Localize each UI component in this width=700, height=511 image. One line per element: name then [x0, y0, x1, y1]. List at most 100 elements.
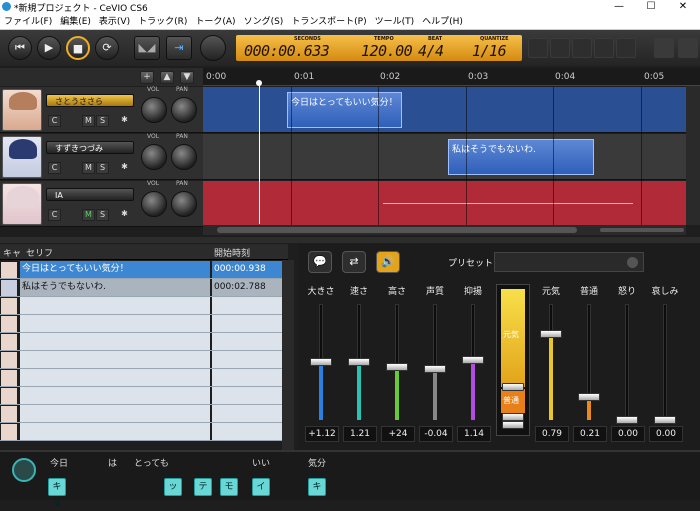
list-line[interactable]: [20, 387, 210, 404]
fader-thumb[interactable]: [310, 358, 332, 366]
menu-help[interactable]: ヘルプ(H): [418, 14, 467, 30]
fader-value[interactable]: 1.14: [457, 426, 491, 442]
splitter[interactable]: [0, 237, 700, 243]
volume-knob[interactable]: [141, 191, 167, 217]
lane-ia[interactable]: [203, 181, 686, 227]
phrase-word[interactable]: 今日: [50, 456, 68, 469]
list-time[interactable]: [212, 333, 282, 350]
fader-value[interactable]: 1.21: [343, 426, 377, 442]
track-c-button[interactable]: C: [48, 115, 61, 127]
fader-value[interactable]: -0.04: [419, 426, 453, 442]
fader-value[interactable]: 0.79: [535, 426, 569, 442]
tool-draw-button[interactable]: [678, 38, 698, 58]
track-c-button[interactable]: C: [48, 209, 61, 221]
list-line[interactable]: [20, 405, 210, 422]
fader-track[interactable]: [625, 304, 629, 420]
list-item[interactable]: [0, 297, 288, 315]
solo-button[interactable]: S: [96, 209, 109, 221]
list-item[interactable]: 私はそうでもないわ. 000:02.788: [0, 279, 288, 297]
lane-sato-sasara[interactable]: 今日はとってもいい気分！: [203, 87, 686, 133]
list-line[interactable]: [20, 423, 210, 440]
lane-suzuki-tsuzumi[interactable]: 私はそうでもないわ.: [203, 134, 686, 180]
toolbar-slot-button[interactable]: [528, 38, 548, 58]
track-row-sato-sasara[interactable]: さとうささら VOL PAN C M S ✱: [0, 86, 203, 133]
fader-thumb[interactable]: [578, 393, 600, 401]
close-button[interactable]: ✕: [668, 0, 698, 14]
mute-button[interactable]: M: [82, 209, 95, 221]
phoneme-kana[interactable]: テ: [194, 478, 212, 496]
pan-knob[interactable]: [171, 191, 197, 217]
mute-button[interactable]: M: [82, 162, 95, 174]
list-line[interactable]: [20, 351, 210, 368]
solo-button[interactable]: S: [96, 162, 109, 174]
fader-thumb[interactable]: [462, 356, 484, 364]
menu-talk[interactable]: トーク(A): [191, 14, 239, 30]
phrase-word[interactable]: は: [108, 456, 117, 469]
phrase-word[interactable]: 気分: [308, 456, 326, 469]
loop-button[interactable]: ⟳: [95, 36, 119, 60]
talk-clip[interactable]: 今日はとってもいい気分！: [287, 92, 402, 128]
menu-song[interactable]: ソング(S): [240, 14, 288, 30]
list-item[interactable]: [0, 351, 288, 369]
list-time[interactable]: [212, 351, 282, 368]
preset-dropdown[interactable]: [494, 252, 644, 272]
track-name-sato-sasara[interactable]: さとうささら: [46, 94, 134, 107]
list-item[interactable]: [0, 369, 288, 387]
phoneme-kana[interactable]: ッ: [164, 478, 182, 496]
timeline-vertical-scrollbar[interactable]: [686, 86, 700, 225]
list-item[interactable]: 今日はとってもいい気分！ 000:00.938: [0, 261, 288, 279]
minimize-button[interactable]: —: [604, 0, 634, 14]
menu-edit[interactable]: 編集(E): [56, 14, 95, 30]
emotion-slider-thumb[interactable]: [502, 421, 524, 429]
list-time[interactable]: [212, 423, 282, 440]
menu-file[interactable]: ファイル(F): [0, 14, 56, 30]
talk-clip[interactable]: 私はそうでもないわ.: [448, 139, 594, 175]
list-line[interactable]: [20, 369, 210, 386]
scrollbar-thumb[interactable]: [217, 227, 577, 233]
fader-thumb[interactable]: [424, 365, 446, 373]
master-volume-knob[interactable]: [200, 35, 226, 61]
fader-thumb[interactable]: [348, 358, 370, 366]
tool-select-button[interactable]: [654, 38, 674, 58]
phoneme-kana[interactable]: キ: [308, 478, 326, 496]
fader-value[interactable]: +1.12: [305, 426, 339, 442]
phoneme-kana[interactable]: イ: [252, 478, 270, 496]
abc-icon[interactable]: [12, 458, 36, 482]
column-start-time[interactable]: 開始時刻: [214, 246, 250, 259]
phrase-word[interactable]: いい: [252, 456, 270, 469]
list-item[interactable]: [0, 333, 288, 351]
fader-value[interactable]: 0.00: [649, 426, 683, 442]
solo-button[interactable]: S: [96, 115, 109, 127]
fader-value[interactable]: 0.00: [611, 426, 645, 442]
maximize-button[interactable]: ☐: [636, 0, 666, 14]
add-track-button[interactable]: +: [140, 71, 154, 84]
list-time[interactable]: [212, 297, 282, 314]
column-line[interactable]: セリフ: [26, 246, 53, 259]
zoom-slider[interactable]: [600, 228, 684, 232]
swap-icon[interactable]: ⇄: [342, 251, 366, 273]
gear-icon[interactable]: ✱: [118, 209, 131, 221]
stop-button[interactable]: ■: [66, 36, 90, 60]
track-name-suzuki-tsuzumi[interactable]: すずきつづみ: [46, 141, 134, 154]
track-c-button[interactable]: C: [48, 162, 61, 174]
phrase-word[interactable]: とっても: [134, 456, 169, 469]
list-item[interactable]: [0, 315, 288, 333]
emotion-slider-thumb[interactable]: [502, 413, 524, 421]
pan-knob[interactable]: [171, 144, 197, 170]
menu-view[interactable]: 表示(V): [95, 14, 134, 30]
fader-thumb[interactable]: [386, 363, 408, 371]
gear-icon[interactable]: ✱: [118, 115, 131, 127]
list-time[interactable]: [212, 315, 282, 332]
list-line[interactable]: [20, 333, 210, 350]
track-row-ia[interactable]: IA VOL PAN C M S ✱: [0, 180, 203, 227]
move-track-up-button[interactable]: ▲: [160, 71, 174, 84]
volume-knob[interactable]: [141, 97, 167, 123]
speaker-icon[interactable]: 🔊: [376, 251, 400, 273]
volume-knob[interactable]: [141, 144, 167, 170]
beat-value[interactable]: 4/4: [418, 42, 444, 60]
list-time[interactable]: [212, 369, 282, 386]
menu-track[interactable]: トラック(R): [134, 14, 191, 30]
track-name-ia[interactable]: IA: [46, 188, 134, 201]
time-ruler[interactable]: 0:00 0:01 0:02 0:03 0:04 0:05: [203, 68, 700, 86]
toolbar-slot-button[interactable]: [616, 38, 636, 58]
